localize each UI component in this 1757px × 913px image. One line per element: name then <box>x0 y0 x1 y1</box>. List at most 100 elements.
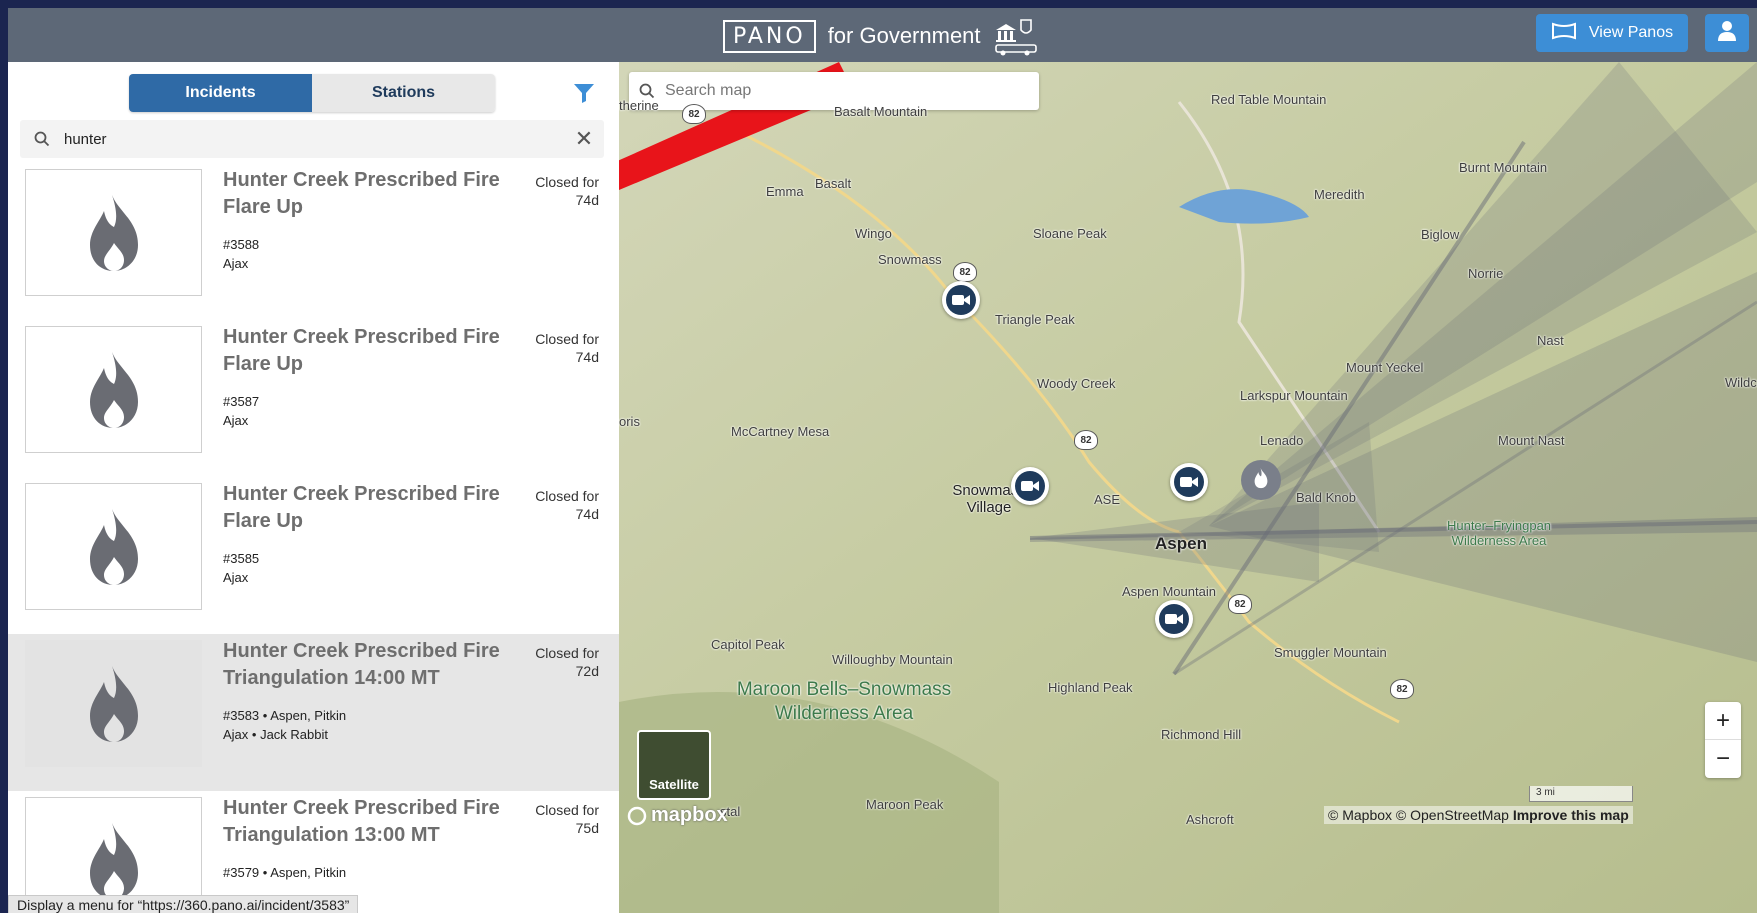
zoom-controls: + − <box>1705 702 1741 778</box>
user-menu-button[interactable] <box>1705 14 1749 52</box>
map-label: Smuggler Mountain <box>1274 645 1387 660</box>
map-label: Wildca <box>1725 375 1757 390</box>
map-scale: 3 mi <box>1529 786 1633 802</box>
search-icon <box>629 83 665 99</box>
incident-id: #3587 <box>223 394 260 409</box>
incident-cameras: Ajax <box>223 256 249 271</box>
list-item[interactable]: Hunter Creek Prescribed Fire Flare Up Cl… <box>8 163 619 320</box>
app-frame: PANO for Government View Panos Incidents… <box>8 8 1757 913</box>
satellite-label: Satellite <box>649 777 699 792</box>
map-label: Lenado <box>1260 433 1304 448</box>
brand: PANO for Government <box>723 18 1039 56</box>
map-label: Burnt Mountain <box>1459 160 1548 175</box>
fire-icon <box>25 169 202 296</box>
incident-id: #3585 <box>223 551 260 566</box>
zoom-in-button[interactable]: + <box>1705 702 1741 740</box>
incident-meta: #3587 Ajax <box>223 392 259 430</box>
camera-marker[interactable] <box>942 281 980 319</box>
highway-shield: 82 <box>1074 430 1098 450</box>
map-view[interactable]: Search map Red Table Mountain Burnt Moun… <box>619 62 1757 913</box>
tab-stations[interactable]: Stations <box>312 74 495 112</box>
incident-id: #3588 <box>223 237 260 252</box>
map-label: ASE <box>1094 492 1121 507</box>
highway-shield: 82 <box>1390 679 1414 699</box>
incident-status: Closed for 75d <box>535 802 599 836</box>
pano-logo: PANO <box>723 19 816 53</box>
map-label: Maroon Bells–Snowmass Wilderness Area <box>736 679 952 724</box>
map-label: oris <box>619 414 640 429</box>
incident-title: Hunter Creek Prescribed Fire Flare Up <box>223 483 500 532</box>
map-label: Sloane Peak <box>1033 226 1107 241</box>
incident-id: #3583 • Aspen, Pitkin <box>223 708 347 723</box>
improve-map-link[interactable]: Improve this map <box>1513 807 1629 823</box>
incident-status: Closed for 74d <box>535 174 599 208</box>
map-label: Triangle Peak <box>995 312 1075 327</box>
camera-marker[interactable] <box>1155 600 1193 638</box>
incident-title: Hunter Creek Prescribed Fire Triangulati… <box>223 640 500 689</box>
incident-title: Hunter Creek Prescribed Fire Flare Up <box>223 169 500 218</box>
map-label: Basalt <box>815 176 852 191</box>
incident-list: Hunter Creek Prescribed Fire Flare Up Cl… <box>8 163 619 913</box>
map-search-input[interactable]: Search map <box>665 82 751 100</box>
user-icon <box>1717 20 1737 47</box>
incident-sidebar: Incidents Stations hunter ✕ Hunter Creek… <box>8 62 619 913</box>
list-item[interactable]: Hunter Creek Prescribed Fire Flare Up Cl… <box>8 320 619 477</box>
incident-search[interactable]: hunter ✕ <box>20 120 604 158</box>
map-label: Aspen <box>1155 534 1207 553</box>
incident-cameras: Ajax <box>223 570 249 585</box>
fire-icon <box>1253 467 1269 494</box>
search-icon <box>20 131 64 147</box>
camera-marker[interactable] <box>1170 463 1208 501</box>
fire-icon <box>25 483 202 610</box>
search-input[interactable]: hunter <box>64 131 564 148</box>
map-label: Richmond Hill <box>1161 727 1242 742</box>
incident-status: Closed for 72d <box>535 645 599 679</box>
map-label: Mount Yeckel <box>1346 360 1424 375</box>
map-attribution: © Mapbox © OpenStreetMap Improve this ma… <box>1324 806 1633 824</box>
incident-meta: #3585 Ajax <box>223 549 259 587</box>
zoom-out-button[interactable]: − <box>1705 740 1741 778</box>
incident-cameras: Ajax • Jack Rabbit <box>223 727 328 742</box>
fire-marker[interactable] <box>1241 460 1281 500</box>
highway-shield: 82 <box>953 262 977 282</box>
panorama-icon <box>1551 21 1577 46</box>
mapbox-logo: mapbox <box>627 804 728 827</box>
list-item[interactable]: Hunter Creek Prescribed Fire Triangulati… <box>8 634 619 791</box>
camera-icon <box>1159 604 1189 634</box>
camera-icon <box>1015 471 1045 501</box>
map-label: McCartney Mesa <box>731 424 830 439</box>
top-bar: PANO for Government View Panos <box>8 8 1757 62</box>
incident-status: Closed for 74d <box>535 488 599 522</box>
clear-search-icon[interactable]: ✕ <box>564 126 604 152</box>
highway-shield: 82 <box>1228 594 1252 614</box>
camera-icon <box>1174 467 1204 497</box>
map-label: Hunter–Fryingpan Wilderness Area <box>1446 518 1552 548</box>
map-label: Woody Creek <box>1037 376 1116 391</box>
list-item[interactable]: Hunter Creek Prescribed Fire Flare Up Cl… <box>8 477 619 634</box>
map-label: Meredith <box>1314 187 1365 202</box>
mapbox-logo-text: mapbox <box>651 804 728 826</box>
map-label: Nast <box>1537 333 1564 348</box>
map-label: Wingo <box>855 226 892 241</box>
map-label: therine <box>619 98 659 113</box>
map-label: Biglow <box>1421 227 1460 242</box>
tab-incidents[interactable]: Incidents <box>129 74 312 112</box>
fire-icon <box>25 326 202 453</box>
view-panos-button[interactable]: View Panos <box>1536 14 1688 52</box>
incident-meta: #3588 Ajax <box>223 235 259 273</box>
map-label: Capitol Peak <box>711 637 785 652</box>
camera-marker[interactable] <box>1011 467 1049 505</box>
satellite-toggle[interactable]: Satellite <box>637 730 711 800</box>
highway-shield: 82 <box>682 104 706 124</box>
map-label: Red Table Mountain <box>1211 92 1327 107</box>
brand-product: for Government <box>827 23 981 48</box>
incident-title: Hunter Creek Prescribed Fire Triangulati… <box>223 797 500 846</box>
attribution-text[interactable]: © Mapbox © OpenStreetMap <box>1328 807 1509 823</box>
incident-cameras: Ajax <box>223 413 249 428</box>
camera-icon <box>946 285 976 315</box>
filter-icon[interactable] <box>573 82 595 109</box>
map-label: Mount Nast <box>1498 433 1565 448</box>
map-label: Maroon Peak <box>866 797 944 812</box>
map-label: Bald Knob <box>1296 490 1356 505</box>
map-label: Aspen Mountain <box>1122 584 1216 599</box>
